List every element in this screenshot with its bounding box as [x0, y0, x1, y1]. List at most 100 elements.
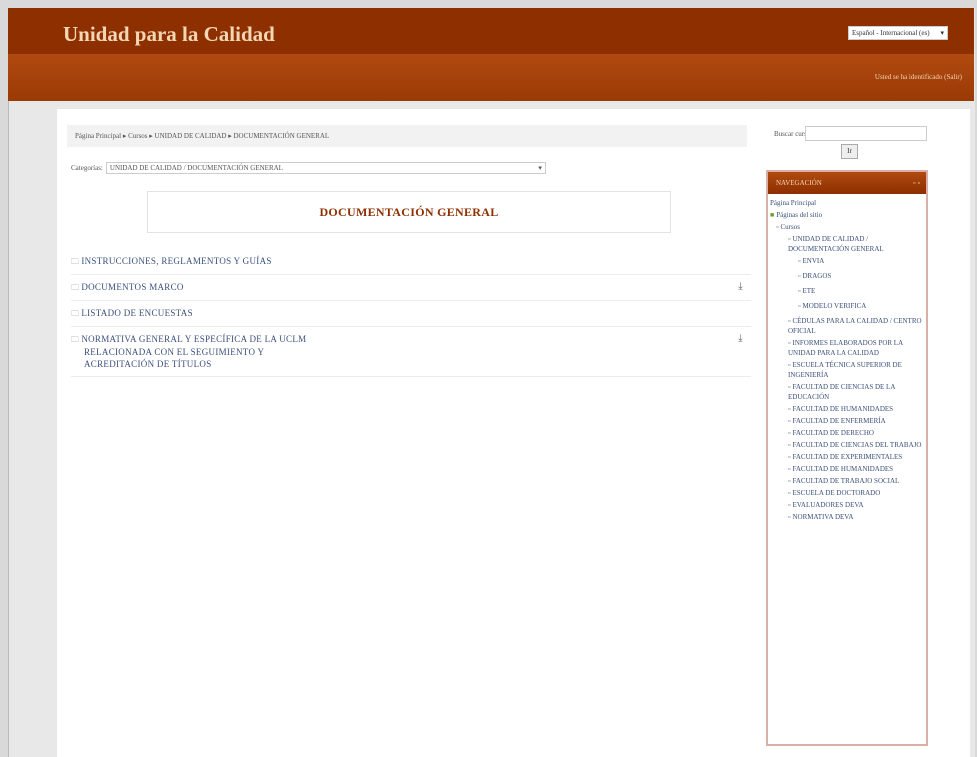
nav-item-label[interactable]: Página Principal	[770, 199, 816, 207]
nav-item[interactable]: ▫ FACULTAD DE ENFERMERÍA	[770, 416, 924, 426]
folder-title[interactable]: NORMATIVA GENERAL Y ESPECÍFICA DE LA UCL…	[81, 334, 306, 344]
nav-item[interactable]: ▫ ESCUELA TÉCNICA SUPERIOR DE INGENIERÍA	[770, 360, 924, 380]
category-select-value: UNIDAD DE CALIDAD / DOCUMENTACIÓN GENERA…	[109, 164, 283, 172]
bullet-icon: ▫	[788, 429, 791, 437]
bullet-icon: ▫	[788, 477, 791, 485]
nav-item-label[interactable]: FACULTAD DE ENFERMERÍA	[792, 417, 885, 425]
bullet-icon: ▫	[788, 453, 791, 461]
bullet-icon: ▫	[788, 417, 791, 425]
site-header: Unidad para la Calidad Español - Interna…	[8, 8, 974, 101]
bullet-icon: ▫	[788, 489, 791, 497]
folder-item[interactable]: 🗀 DOCUMENTOS MARCO ⤓	[71, 275, 751, 301]
nav-item[interactable]: ▫ ESCUELA DE DOCTORADO	[770, 488, 924, 498]
nav-item-label[interactable]: ETE	[802, 287, 815, 295]
bullet-icon: ▫	[788, 235, 791, 243]
nav-item[interactable]: ▫ ENVIA	[770, 256, 924, 266]
folder-title[interactable]: LISTADO DE ENCUESTAS	[81, 308, 193, 318]
nav-item-label[interactable]: FACULTAD DE EXPERIMENTALES	[792, 453, 902, 461]
block-controls-icon[interactable]: ▫▫	[913, 172, 922, 194]
folder-icon: 🗀	[71, 309, 80, 318]
folder-list: 🗀 INSTRUCCIONES, REGLAMENTOS Y GUÍAS 🗀 DOC…	[71, 249, 751, 377]
nav-item[interactable]: ■ Páginas del sitio	[770, 210, 924, 220]
header-top-bar: Unidad para la Calidad Español - Interna…	[8, 8, 974, 54]
nav-item-label[interactable]: ENVIA	[802, 257, 824, 265]
nav-item-label[interactable]: FACULTAD DE TRABAJO SOCIAL	[792, 477, 899, 485]
category-select[interactable]: UNIDAD DE CALIDAD / DOCUMENTACIÓN GENERA…	[105, 162, 546, 174]
folder-title-line[interactable]: RELACIONADA CON EL SEGUIMIENTO Y	[71, 346, 751, 358]
folder-item[interactable]: 🗀 LISTADO DE ENCUESTAS	[71, 301, 751, 327]
chevron-down-icon: ▾	[940, 29, 944, 37]
folder-title-line[interactable]: ACREDITACIÓN DE TÍTULOS	[71, 358, 751, 370]
search-input[interactable]	[805, 126, 927, 141]
site-title[interactable]: Unidad para la Calidad	[63, 22, 275, 47]
bullet-icon: ▫	[776, 223, 779, 231]
folder-title[interactable]: INSTRUCCIONES, REGLAMENTOS Y GUÍAS	[81, 256, 271, 266]
chevron-down-icon: ▾	[538, 164, 542, 172]
bullet-icon: ▫	[798, 272, 801, 280]
nav-item[interactable]: ▫ FACULTAD DE TRABAJO SOCIAL	[770, 476, 924, 486]
section-title: DOCUMENTACIÓN GENERAL	[319, 204, 499, 219]
nav-item[interactable]: ▫ FACULTAD DE CIENCIAS DE LA EDUCACIÓN	[770, 382, 924, 402]
bullet-icon: ▫	[788, 501, 791, 509]
download-icon[interactable]: ⤓	[738, 281, 743, 292]
bullet-icon: ▫	[788, 317, 791, 325]
category-label: Categorías:	[71, 164, 103, 172]
navigation-title: NAVEGACIÓN	[776, 179, 822, 187]
nav-item-label[interactable]: DRAGOS	[802, 272, 831, 280]
nav-item[interactable]: ▫ DRAGOS	[770, 271, 924, 281]
nav-item-label[interactable]: FACULTAD DE DERECHO	[792, 429, 874, 437]
nav-item[interactable]: ▫ Cursos	[770, 222, 924, 232]
nav-item[interactable]: ▫ ETE	[770, 286, 924, 296]
folder-item[interactable]: 🗀 INSTRUCCIONES, REGLAMENTOS Y GUÍAS	[71, 249, 751, 275]
nav-item-label[interactable]: ESCUELA DE DOCTORADO	[792, 489, 880, 497]
navigation-header: NAVEGACIÓN ▫▫	[768, 172, 926, 194]
nav-item-label[interactable]: Páginas del sitio	[776, 211, 822, 219]
nav-item[interactable]: ▫ INFORMES ELABORADOS POR LA UNIDAD PARA …	[770, 338, 924, 358]
bullet-icon: ▫	[788, 513, 791, 521]
bullet-icon: ▫	[788, 339, 791, 347]
nav-item-label[interactable]: EVALUADORES DEVA	[792, 501, 863, 509]
nav-item[interactable]: ▫ FACULTAD DE HUMANIDADES	[770, 404, 924, 414]
nav-item-label[interactable]: Cursos	[780, 223, 799, 231]
nav-item[interactable]: ▫ UNIDAD DE CALIDAD / DOCUMENTACIÓN GENER…	[770, 234, 924, 254]
nav-item-label[interactable]: ESCUELA TÉCNICA SUPERIOR DE INGENIERÍA	[788, 361, 902, 379]
nav-item[interactable]: Página Principal	[770, 198, 924, 208]
nav-item-label[interactable]: MODELO VERIFICA	[802, 302, 866, 310]
bullet-icon: ▫	[788, 361, 791, 369]
nav-item[interactable]: ▫ FACULTAD DE HUMANIDADES	[770, 464, 924, 474]
search-button[interactable]: Ir	[841, 144, 858, 159]
folder-title[interactable]: DOCUMENTOS MARCO	[81, 282, 183, 292]
page-content: Página Principal ▸ Cursos ▸ UNIDAD DE CA…	[57, 109, 970, 757]
bullet-icon: ▫	[798, 287, 801, 295]
nav-item-label[interactable]: FACULTAD DE CIENCIAS DEL TRABAJO	[792, 441, 921, 449]
nav-item[interactable]: ▫ FACULTAD DE DERECHO	[770, 428, 924, 438]
site-pages-icon: ■	[770, 211, 775, 219]
nav-item[interactable]: ▫ FACULTAD DE EXPERIMENTALES	[770, 452, 924, 462]
nav-item[interactable]: ▫ FACULTAD DE CIENCIAS DEL TRABAJO	[770, 440, 924, 450]
download-icon[interactable]: ⤓	[738, 333, 743, 344]
breadcrumb[interactable]: Página Principal ▸ Cursos ▸ UNIDAD DE CA…	[67, 125, 747, 147]
nav-item-label[interactable]: CÉDULAS PARA LA CALIDAD / CENTRO OFICIAL	[788, 317, 922, 335]
language-select[interactable]: Español - Internacional (es) ▾	[848, 26, 948, 40]
bullet-icon: ▫	[788, 405, 791, 413]
folder-icon: 🗀	[71, 257, 80, 266]
nav-item[interactable]: ▫ MODELO VERIFICA	[770, 301, 924, 311]
nav-item[interactable]: ▫ CÉDULAS PARA LA CALIDAD / CENTRO OFICIA…	[770, 316, 924, 336]
nav-item-label[interactable]: INFORMES ELABORADOS POR LA UNIDAD PARA L…	[788, 339, 903, 357]
folder-item[interactable]: 🗀 NORMATIVA GENERAL Y ESPECÍFICA DE LA UC…	[71, 327, 751, 377]
nav-item-label[interactable]: UNIDAD DE CALIDAD / DOCUMENTACIÓN GENERA…	[788, 235, 884, 253]
nav-item[interactable]: ▫ EVALUADORES DEVA	[770, 500, 924, 510]
navigation-tree: Página Principal ■ Páginas del sitio ▫ Curso…	[768, 194, 926, 528]
login-info[interactable]: Usted se ha identificado (Salir)	[875, 73, 962, 81]
language-select-value: Español - Internacional (es)	[852, 29, 930, 37]
nav-item[interactable]: ▫ NORMATIVA DEVA	[770, 512, 924, 522]
header-bottom-bar: Usted se ha identificado (Salir)	[8, 54, 974, 101]
bullet-icon: ▫	[788, 383, 791, 391]
folder-icon: 🗀	[71, 335, 80, 344]
folder-icon: 🗀	[71, 283, 80, 292]
nav-item-label[interactable]: FACULTAD DE HUMANIDADES	[792, 405, 893, 413]
bullet-icon: ▫	[788, 441, 791, 449]
nav-item-label[interactable]: NORMATIVA DEVA	[792, 513, 853, 521]
nav-item-label[interactable]: FACULTAD DE HUMANIDADES	[792, 465, 893, 473]
nav-item-label[interactable]: FACULTAD DE CIENCIAS DE LA EDUCACIÓN	[788, 383, 895, 401]
